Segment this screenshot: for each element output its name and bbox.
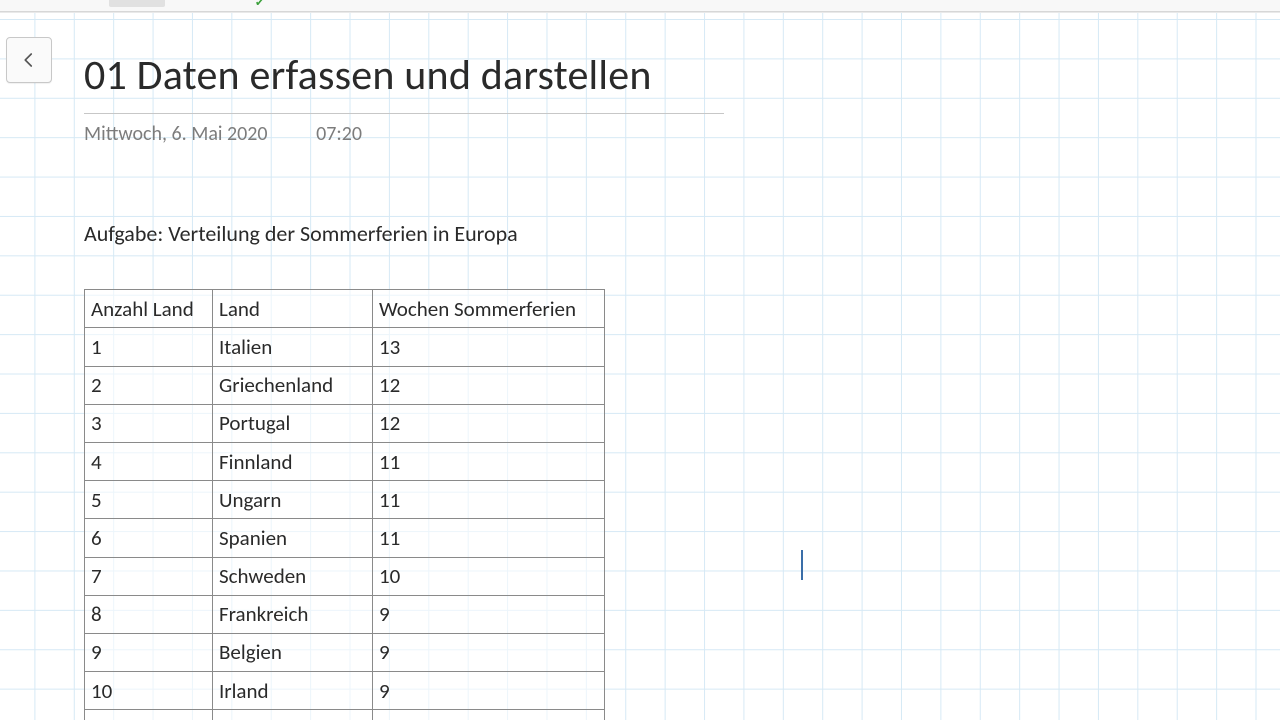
back-button[interactable] (6, 37, 52, 83)
table-body: 1Italien132Griechenland123Portugal124Fin… (85, 328, 605, 720)
cell-weeks[interactable]: 12 (373, 366, 605, 404)
cell-idx[interactable]: 7 (85, 557, 213, 595)
cell-weeks[interactable]: 9 (373, 633, 605, 671)
title-underline (84, 113, 724, 114)
header-land[interactable]: Land (213, 290, 373, 328)
cell-idx[interactable]: 5 (85, 481, 213, 519)
cell-weeks[interactable]: 8 (373, 710, 605, 720)
cell-land[interactable]: Frankreich (213, 595, 373, 633)
cell-land[interactable]: Ungarn (213, 481, 373, 519)
cell-idx[interactable]: 2 (85, 366, 213, 404)
header-anzahl-land[interactable]: Anzahl Land (85, 290, 213, 328)
table-row[interactable]: 5Ungarn11 (85, 481, 605, 519)
checkmark-icon: ✔ (255, 0, 264, 9)
cell-land[interactable]: Niederlande (213, 710, 373, 720)
data-table[interactable]: Anzahl Land Land Wochen Sommerferien 1It… (84, 289, 605, 720)
table-row[interactable]: 6Spanien11 (85, 519, 605, 557)
table-row[interactable]: 9Belgien9 (85, 633, 605, 671)
cell-idx[interactable]: 3 (85, 404, 213, 442)
table-row[interactable]: 3Portugal12 (85, 404, 605, 442)
page-title[interactable]: 01 Daten erfassen und darstellen (84, 53, 904, 99)
ribbon-sliver: ✔ (0, 0, 1280, 12)
table-row[interactable]: 8Frankreich9 (85, 595, 605, 633)
table-row[interactable]: 2Griechenland12 (85, 366, 605, 404)
cell-idx[interactable]: 10 (85, 672, 213, 710)
cell-weeks[interactable]: 9 (373, 672, 605, 710)
table-row[interactable]: 7Schweden10 (85, 557, 605, 595)
cell-weeks[interactable]: 9 (373, 595, 605, 633)
cell-land[interactable]: Irland (213, 672, 373, 710)
task-text[interactable]: Aufgabe: Verteilung der Sommerferien in … (84, 220, 904, 247)
cell-weeks[interactable]: 11 (373, 481, 605, 519)
cell-land[interactable]: Finnland (213, 442, 373, 480)
table-row[interactable]: 1Italien13 (85, 328, 605, 366)
cell-weeks[interactable]: 13 (373, 328, 605, 366)
text-cursor (801, 550, 803, 580)
cell-land[interactable]: Griechenland (213, 366, 373, 404)
cell-land[interactable]: Belgien (213, 633, 373, 671)
table-row[interactable]: 11Niederlande8 (85, 710, 605, 720)
cell-idx[interactable]: 1 (85, 328, 213, 366)
cell-land[interactable]: Schweden (213, 557, 373, 595)
cell-weeks[interactable]: 12 (373, 404, 605, 442)
page-meta: Mittwoch, 6. Mai 2020 07:20 (84, 122, 904, 146)
cell-land[interactable]: Italien (213, 328, 373, 366)
table-row[interactable]: 10Irland9 (85, 672, 605, 710)
cell-idx[interactable]: 9 (85, 633, 213, 671)
cell-weeks[interactable]: 11 (373, 442, 605, 480)
cell-idx[interactable]: 8 (85, 595, 213, 633)
page-content: 01 Daten erfassen und darstellen Mittwoc… (84, 53, 904, 720)
cell-idx[interactable]: 4 (85, 442, 213, 480)
cell-land[interactable]: Portugal (213, 404, 373, 442)
cell-land[interactable]: Spanien (213, 519, 373, 557)
cell-idx[interactable]: 11 (85, 710, 213, 720)
header-wochen[interactable]: Wochen Sommerferien (373, 290, 605, 328)
cell-idx[interactable]: 6 (85, 519, 213, 557)
page-time: 07:20 (316, 122, 362, 146)
table-header-row: Anzahl Land Land Wochen Sommerferien (85, 290, 605, 328)
note-canvas[interactable]: 01 Daten erfassen und darstellen Mittwoc… (0, 12, 1280, 720)
chevron-left-icon (20, 47, 38, 73)
table-row[interactable]: 4Finnland11 (85, 442, 605, 480)
cell-weeks[interactable]: 10 (373, 557, 605, 595)
page-date: Mittwoch, 6. Mai 2020 (84, 122, 268, 146)
cell-weeks[interactable]: 11 (373, 519, 605, 557)
